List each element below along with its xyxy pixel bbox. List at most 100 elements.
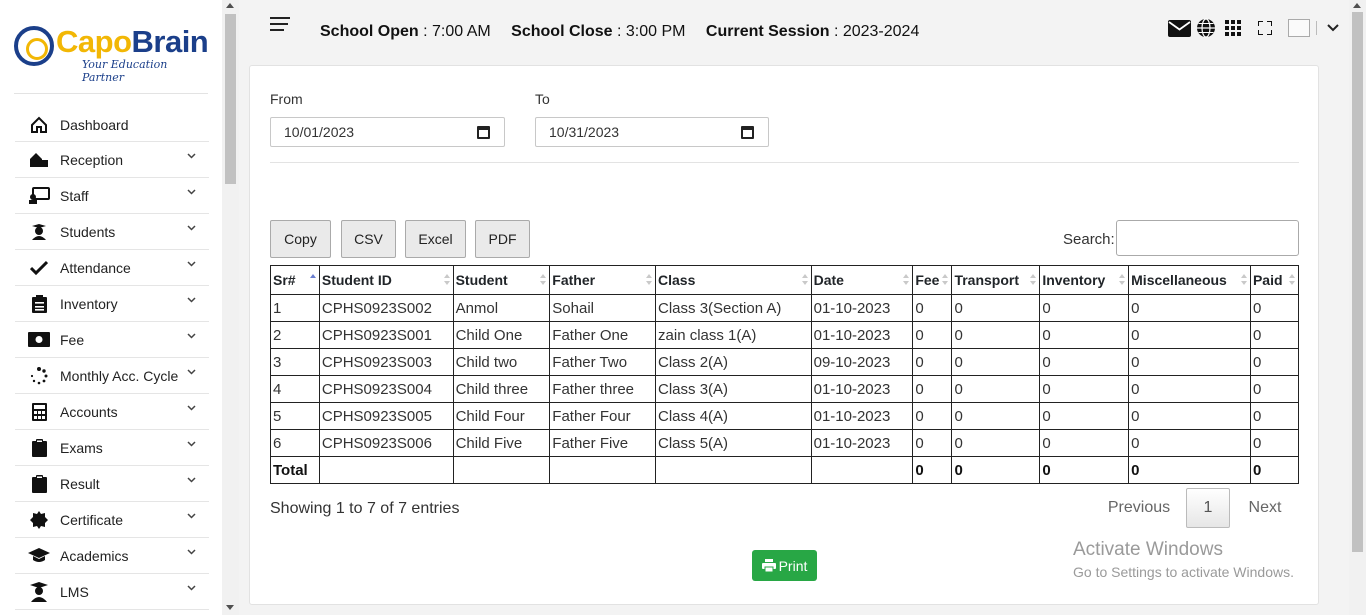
page-scrollbar[interactable] (1349, 0, 1366, 615)
table-cell: 0 (951, 402, 1041, 430)
sort-arrows-icon[interactable] (1240, 274, 1247, 286)
sidebar-item-exams[interactable]: Exams (15, 430, 209, 466)
print-button[interactable]: Print (752, 550, 817, 581)
watermark-line2: Go to Settings to activate Windows. (1073, 564, 1294, 580)
pdf-button[interactable]: PDF (475, 220, 530, 258)
sidebar-item-dashboard[interactable]: Dashboard (15, 108, 209, 142)
chevron-down-icon[interactable] (187, 225, 196, 233)
school-close-label: School Close (511, 23, 613, 40)
sort-arrows-icon[interactable] (942, 274, 949, 286)
column-header-sr[interactable]: Sr# (270, 265, 320, 295)
copy-button[interactable]: Copy (270, 220, 331, 258)
column-header-label: Student (455, 272, 508, 288)
chevron-down-icon[interactable] (187, 189, 196, 197)
sidebar-item-fee[interactable]: Fee (15, 322, 209, 358)
csv-button[interactable]: CSV (341, 220, 396, 258)
table-cell: 01-10-2023 (810, 294, 914, 322)
fullscreen-icon[interactable] (1252, 17, 1278, 39)
table-cell: 0 (1249, 348, 1300, 376)
next-button[interactable]: Next (1238, 488, 1292, 528)
scroll-up-arrow-icon[interactable] (1353, 3, 1361, 8)
menu-toggle-icon[interactable] (270, 17, 290, 33)
chevron-down-icon[interactable] (187, 477, 196, 485)
table-cell: 0 (951, 348, 1041, 376)
sort-arrows-icon[interactable] (309, 274, 316, 286)
reception-icon (27, 150, 51, 170)
sidebar-item-attendance[interactable]: Attendance (15, 250, 209, 286)
table-cell: 0 (912, 321, 953, 349)
user-avatar[interactable] (1288, 19, 1310, 37)
sidebar-scroll-thumb[interactable] (225, 14, 236, 184)
chevron-down-icon[interactable] (187, 513, 196, 521)
to-date-input[interactable]: 10/31/2023 (535, 117, 769, 147)
envelope-icon[interactable] (1166, 17, 1192, 39)
sidebar-scrollbar[interactable] (222, 0, 239, 615)
chevron-down-icon[interactable] (1327, 19, 1339, 37)
chevron-down-icon[interactable] (187, 261, 196, 269)
sidebar-item-accounts[interactable]: Accounts (15, 394, 209, 430)
sidebar-item-certificate[interactable]: Certificate (15, 502, 209, 538)
sort-arrows-icon[interactable] (540, 274, 547, 286)
sidebar-item-label: Inventory (60, 295, 118, 312)
sort-arrows-icon[interactable] (1030, 274, 1037, 286)
column-header-class[interactable]: Class (655, 265, 812, 295)
globe-icon[interactable] (1193, 17, 1219, 39)
from-date-input[interactable]: 10/01/2023 (270, 117, 505, 147)
calendar-icon[interactable] (477, 126, 490, 139)
column-header-student-id[interactable]: Student ID (318, 265, 454, 295)
chevron-down-icon[interactable] (187, 333, 196, 341)
sidebar-item-academics[interactable]: Academics (15, 538, 209, 574)
school-info: School Open : 7:00 AM School Close : 3:0… (320, 23, 935, 41)
scroll-down-arrow-icon[interactable] (226, 605, 234, 610)
sort-arrows-icon[interactable] (903, 274, 910, 286)
sidebar-item-reception[interactable]: Reception (15, 142, 209, 178)
page-scroll-thumb[interactable] (1352, 12, 1363, 552)
chevron-down-icon[interactable] (187, 441, 196, 449)
sidebar-item-students[interactable]: Students (15, 214, 209, 250)
chevron-down-icon[interactable] (187, 405, 196, 413)
sidebar-item-result[interactable]: Result (15, 466, 209, 502)
chevron-down-icon[interactable] (187, 549, 196, 557)
sort-arrows-icon[interactable] (801, 274, 808, 286)
table-cell: Father three (549, 375, 657, 403)
previous-button[interactable]: Previous (1098, 488, 1180, 528)
sort-arrows-icon[interactable] (646, 274, 653, 286)
sidebar-item-inventory[interactable]: Inventory (15, 286, 209, 322)
chevron-down-icon[interactable] (187, 153, 196, 161)
sidebar-item-monthly-acc-cycle[interactable]: Monthly Acc. Cycle (15, 358, 209, 394)
table-cell: 0 (912, 348, 953, 376)
chevron-down-icon[interactable] (187, 297, 196, 305)
report-card: From 10/01/2023 To 10/31/2023 Copy CSV E… (249, 65, 1319, 605)
grid-icon[interactable] (1220, 17, 1246, 39)
school-open-value: : 7:00 AM (418, 23, 491, 40)
column-header-fee[interactable]: Fee (912, 265, 953, 295)
sort-arrows-icon[interactable] (1289, 274, 1295, 286)
sidebar-item-staff[interactable]: Staff (15, 178, 209, 214)
calendar-icon[interactable] (741, 126, 754, 139)
graduation-cap-icon (27, 546, 51, 566)
column-header-student[interactable]: Student (452, 265, 551, 295)
column-header-date[interactable]: Date (810, 265, 914, 295)
chevron-down-icon[interactable] (187, 369, 196, 377)
page-1-button[interactable]: 1 (1186, 488, 1230, 528)
total-cell: 0 (912, 456, 953, 484)
sort-arrows-icon[interactable] (443, 274, 450, 286)
sidebar-menu: Dashboard Reception Staff Students Attendanc… (15, 108, 209, 610)
table-cell: Sohail (549, 294, 657, 322)
sidebar-item-lms[interactable]: LMS (15, 574, 209, 610)
brand-logo[interactable]: CapoBrain Your Education Partner (14, 24, 210, 84)
excel-button[interactable]: Excel (405, 220, 466, 258)
table-cell: Father Two (549, 348, 657, 376)
chevron-down-icon[interactable] (187, 585, 196, 593)
scroll-up-arrow-icon[interactable] (226, 3, 234, 8)
header-separator (1316, 21, 1317, 35)
sort-arrows-icon[interactable] (1119, 274, 1126, 286)
column-header-paid[interactable]: Paid (1249, 265, 1300, 295)
windows-activation-watermark: Activate Windows Go to Settings to activ… (1073, 539, 1294, 580)
column-header-father[interactable]: Father (549, 265, 657, 295)
table-cell: 0 (1128, 375, 1251, 403)
column-header-transport[interactable]: Transport (951, 265, 1041, 295)
search-input[interactable] (1116, 220, 1299, 256)
column-header-inventory[interactable]: Inventory (1039, 265, 1130, 295)
column-header-miscellaneous[interactable]: Miscellaneous (1128, 265, 1251, 295)
